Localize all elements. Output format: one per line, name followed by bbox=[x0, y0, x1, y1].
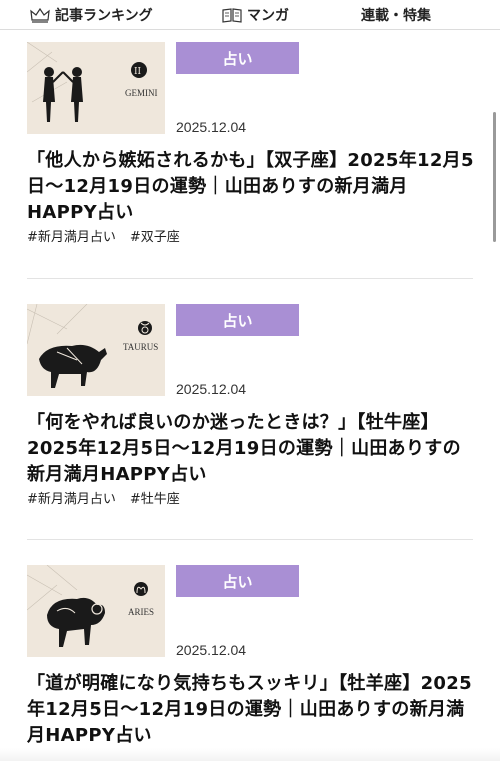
nav-ranking-label: 記事ランキング bbox=[55, 8, 153, 24]
article-date: 2025.12.04 bbox=[176, 119, 247, 135]
article-date: 2025.12.04 bbox=[176, 642, 247, 658]
hashtag-link[interactable]: #新月満月占い bbox=[27, 226, 116, 245]
article-card[interactable]: II GEMINI 占い 2025.12.04 「他人から嫉妬されるかも」【双子… bbox=[0, 42, 500, 272]
article-thumbnail[interactable]: ARIES bbox=[27, 565, 165, 657]
nav-ranking[interactable]: 記事ランキング bbox=[30, 5, 153, 25]
article-title[interactable]: 「何をやれば良いのか迷ったときは？」【牡牛座】2025年12月5日〜12月19日… bbox=[27, 410, 477, 488]
taurus-illustration-icon: TAURUS bbox=[27, 304, 165, 396]
category-badge[interactable]: 占い bbox=[176, 304, 299, 336]
divider bbox=[27, 539, 473, 540]
top-nav: 記事ランキング マンガ 連載・特集 bbox=[0, 0, 500, 30]
nav-series[interactable]: 連載・特集 bbox=[361, 5, 431, 25]
aries-illustration-icon: ARIES bbox=[27, 565, 165, 657]
article-card[interactable]: ARIES 占い 2025.12.04 「道が明確になり気持ちもスッキリ」【牡羊… bbox=[0, 565, 500, 761]
svg-text:TAURUS: TAURUS bbox=[123, 342, 158, 352]
crown-icon bbox=[30, 7, 50, 23]
hashtag-link[interactable]: #双子座 bbox=[130, 226, 180, 245]
book-icon bbox=[222, 8, 242, 23]
hashtag-list: #新月満月占い #双子座 bbox=[27, 226, 180, 245]
scrollbar[interactable] bbox=[493, 112, 496, 242]
divider bbox=[27, 278, 473, 279]
article-date: 2025.12.04 bbox=[176, 381, 247, 397]
nav-series-label: 連載・特集 bbox=[361, 8, 431, 24]
article-thumbnail[interactable]: TAURUS bbox=[27, 304, 165, 396]
hashtag-link[interactable]: #牡牛座 bbox=[130, 488, 180, 507]
hashtag-link[interactable]: #新月満月占い bbox=[27, 488, 116, 507]
article-title[interactable]: 「他人から嫉妬されるかも」【双子座】2025年12月5日〜12月19日の運勢｜山… bbox=[27, 148, 477, 226]
article-card[interactable]: TAURUS 占い 2025.12.04 「何をやれば良いのか迷ったときは？」【… bbox=[0, 304, 500, 534]
category-badge[interactable]: 占い bbox=[176, 565, 299, 597]
bottom-edge bbox=[0, 748, 500, 761]
svg-text:II: II bbox=[134, 67, 142, 77]
gemini-illustration-icon: II GEMINI bbox=[27, 42, 165, 134]
article-thumbnail[interactable]: II GEMINI bbox=[27, 42, 165, 134]
hashtag-list: #新月満月占い #牡牛座 bbox=[27, 488, 180, 507]
svg-text:GEMINI: GEMINI bbox=[125, 88, 158, 98]
nav-manga[interactable]: マンガ bbox=[222, 5, 289, 25]
svg-text:ARIES: ARIES bbox=[128, 607, 154, 617]
nav-manga-label: マンガ bbox=[247, 8, 289, 24]
category-badge[interactable]: 占い bbox=[176, 42, 299, 74]
article-title[interactable]: 「道が明確になり気持ちもスッキリ」【牡羊座】2025年12月5日〜12月19日の… bbox=[27, 671, 477, 749]
